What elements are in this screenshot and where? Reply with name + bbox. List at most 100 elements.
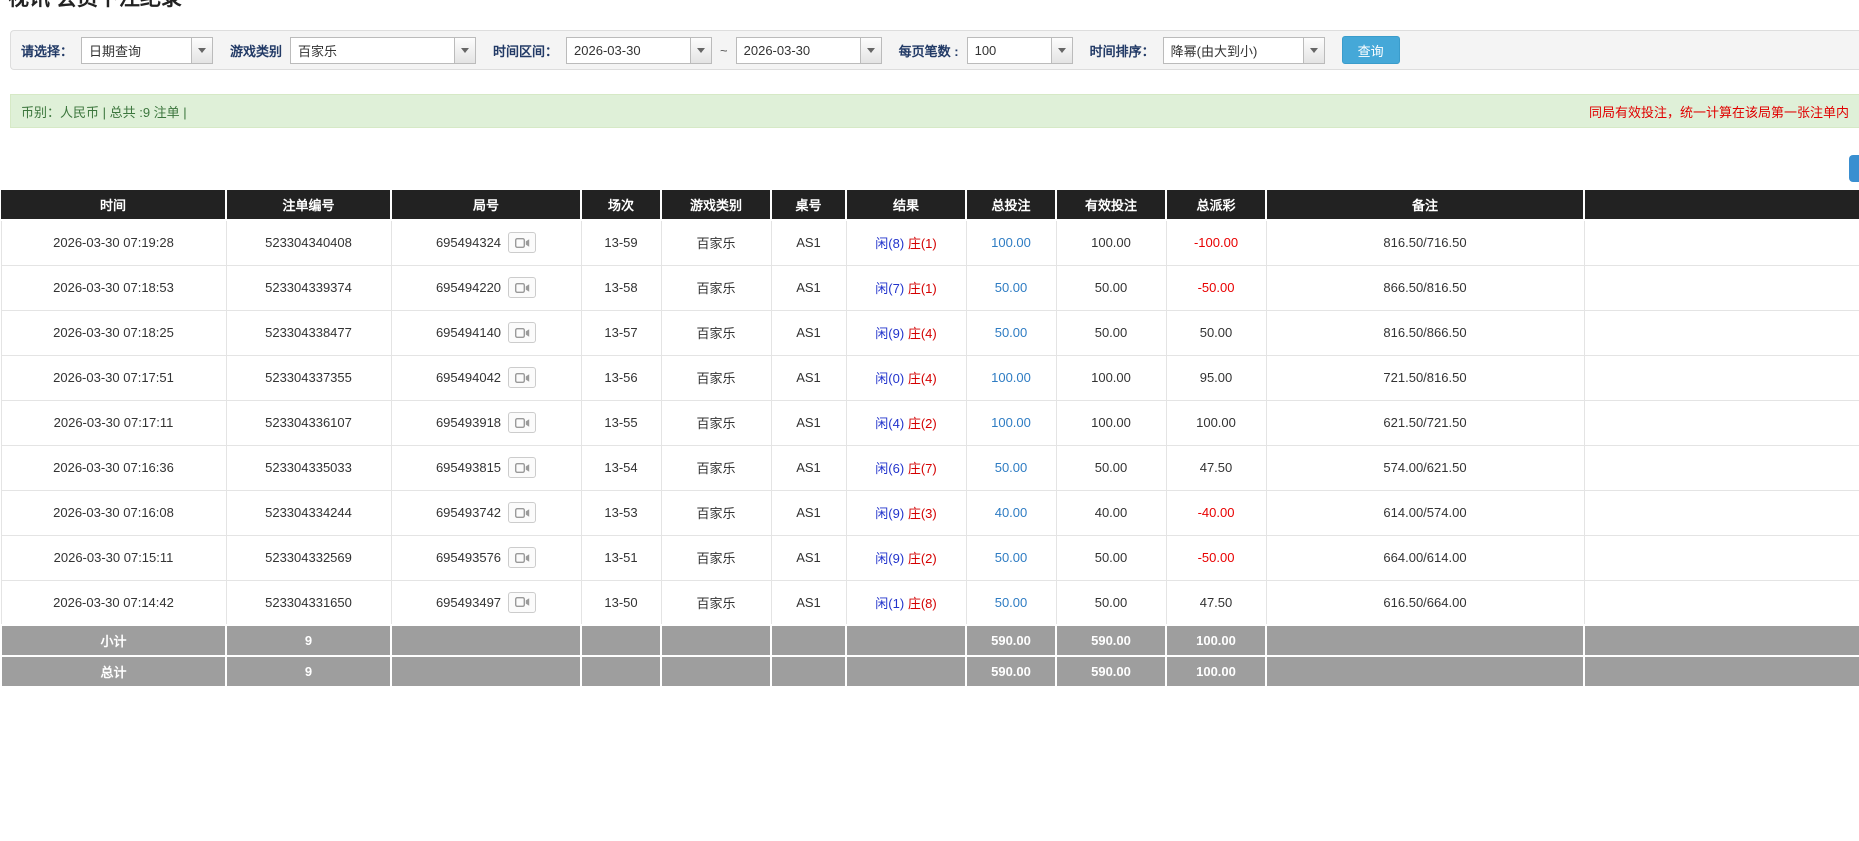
table-row: 2026-03-30 07:19:28 523304340408 695494324…	[0, 219, 1859, 266]
cell-result: 闲(7) 庄(1)	[845, 264, 967, 311]
query-type-value: 日期查询	[89, 43, 142, 59]
cell-total-bet: 50.00	[965, 534, 1057, 581]
query-type-label: 请选择：	[21, 43, 74, 59]
total-bet-link[interactable]: 50.00	[995, 550, 1028, 565]
cell-valid-bet: 100.00	[1055, 354, 1167, 401]
column-header-4: 游戏类别	[661, 190, 772, 221]
cell-extra	[1583, 579, 1859, 626]
video-replay-button[interactable]	[508, 457, 537, 478]
total-bet-link[interactable]: 50.00	[995, 460, 1028, 475]
cell-round: 695493815	[390, 444, 582, 491]
cell-payout: -50.00	[1165, 534, 1267, 581]
video-replay-button[interactable]	[508, 412, 537, 433]
cell-payout: -50.00	[1165, 264, 1267, 311]
cell-payout: 47.50	[1165, 444, 1267, 491]
chevron-down-icon[interactable]	[1050, 37, 1072, 63]
cell-total-bet: 40.00	[965, 489, 1057, 536]
page-size-combobox[interactable]: 100	[966, 36, 1073, 64]
total-bet-link[interactable]: 50.00	[995, 595, 1028, 610]
caret-icon	[697, 47, 706, 53]
video-replay-button[interactable]	[508, 502, 537, 523]
chevron-down-icon[interactable]	[454, 37, 476, 63]
page-title: 视讯 会员下注纪录	[8, 0, 1859, 14]
table-row: 2026-03-30 07:16:36 523304335033 695493815…	[0, 444, 1859, 491]
page-title-wrap: 视讯 会员下注纪录	[8, 0, 1859, 14]
video-camera-icon	[514, 282, 529, 293]
video-replay-button[interactable]	[508, 547, 537, 568]
chevron-down-icon[interactable]	[191, 37, 213, 63]
filter-bar: 请选择： 日期查询 游戏类别 百家乐 时间区间： 2026-03-30 ~ 20…	[10, 30, 1859, 70]
video-camera-icon	[514, 237, 529, 248]
subtotal-row-empty-cell	[660, 624, 772, 657]
cell-table-no: AS1	[770, 534, 847, 581]
game-type-combobox[interactable]: 百家乐	[290, 36, 477, 64]
query-type-combobox[interactable]: 日期查询	[81, 36, 214, 64]
cell-game-type: 百家乐	[660, 219, 772, 266]
cell-time: 2026-03-30 07:18:25	[0, 309, 227, 356]
cell-round: 695494324	[390, 219, 582, 266]
video-camera-icon	[514, 417, 529, 428]
column-header-3: 场次	[581, 190, 662, 221]
cell-table-no: AS1	[770, 354, 847, 401]
total-bet-link[interactable]: 50.00	[995, 280, 1028, 295]
subtotal-row-empty-cell	[390, 624, 582, 657]
cell-total-bet: 100.00	[965, 399, 1057, 446]
cell-payout: -100.00	[1165, 219, 1267, 266]
result-banker: 庄(8)	[907, 595, 937, 611]
round-number: 695493742	[435, 505, 502, 520]
cell-total-bet: 50.00	[965, 309, 1057, 356]
subtotal-row-empty-cell	[580, 624, 662, 657]
result-banker: 庄(2)	[907, 551, 937, 566]
total-bet-link[interactable]: 50.00	[995, 325, 1028, 340]
result-player: 闲(9)	[875, 551, 905, 566]
cell-total-bet: 50.00	[965, 264, 1057, 311]
round-number: 695493815	[435, 460, 502, 475]
sort-order-combobox[interactable]: 降幂(由大到小)	[1162, 36, 1325, 64]
result-player: 闲(8)	[875, 236, 905, 252]
subtotal-row: 小计 9 590.00 590.00 100.00	[0, 624, 1859, 657]
cell-valid-bet: 50.00	[1055, 579, 1167, 626]
date-to-input[interactable]: 2026-03-30	[735, 36, 882, 64]
table-header-row: 时间 注单编号 局号 场次 游戏类别 桌号 结果 总投注 有效投注 总派彩 备注	[1, 190, 1859, 221]
cell-valid-bet: 100.00	[1055, 399, 1167, 446]
result-banker: 庄(4)	[907, 371, 937, 386]
cell-time: 2026-03-30 07:19:28	[0, 219, 227, 266]
search-button[interactable]: 查询	[1341, 36, 1400, 64]
cell-session: 13-54	[580, 444, 662, 491]
video-replay-button[interactable]	[508, 591, 537, 613]
subtotal-row-payout: 100.00	[1165, 624, 1267, 657]
column-header-9: 总派彩	[1166, 190, 1267, 221]
table-row: 2026-03-30 07:17:51 523304337355 695494042…	[0, 354, 1859, 401]
chevron-down-icon[interactable]	[1302, 37, 1324, 63]
chevron-down-icon[interactable]	[859, 37, 881, 63]
total-row-count: 9	[225, 655, 392, 688]
cell-session: 13-56	[580, 354, 662, 401]
video-replay-button[interactable]	[508, 232, 537, 254]
subtotal-row-count: 9	[225, 624, 392, 657]
table-row: 2026-03-30 07:15:11 523304332569 695493576…	[0, 534, 1859, 581]
total-bet-link[interactable]: 100.00	[991, 370, 1031, 385]
video-replay-button[interactable]	[508, 367, 537, 388]
table-row: 2026-03-30 07:18:53 523304339374 695494220…	[0, 264, 1859, 311]
cell-bet-id: 523304340408	[225, 219, 392, 266]
cell-remark: 866.50/816.50	[1265, 264, 1585, 311]
result-banker: 庄(3)	[907, 506, 937, 521]
page-size-value: 100	[974, 42, 997, 58]
cell-game-type: 百家乐	[660, 264, 772, 311]
result-banker: 庄(7)	[907, 461, 937, 476]
cell-total-bet: 50.00	[965, 579, 1057, 626]
total-bet-link[interactable]: 40.00	[995, 505, 1028, 520]
column-header-8: 有效投注	[1056, 190, 1167, 221]
chevron-down-icon[interactable]	[690, 37, 712, 63]
date-from-input[interactable]: 2026-03-30	[566, 36, 713, 64]
cell-payout: -40.00	[1165, 489, 1267, 536]
records-table-wrap: 时间 注单编号 局号 场次 游戏类别 桌号 结果 总投注 有效投注 总派彩 备注 2026-03-3…	[0, 190, 1859, 688]
pagination-page-button[interactable]: 1	[1849, 155, 1859, 182]
cell-game-type: 百家乐	[660, 444, 772, 491]
cell-result: 闲(9) 庄(3)	[845, 489, 967, 536]
video-replay-button[interactable]	[508, 322, 537, 343]
total-bet-link[interactable]: 100.00	[991, 415, 1031, 430]
video-replay-button[interactable]	[508, 277, 537, 298]
cell-bet-id: 523304335033	[225, 444, 392, 491]
total-bet-link[interactable]: 100.00	[991, 235, 1031, 250]
